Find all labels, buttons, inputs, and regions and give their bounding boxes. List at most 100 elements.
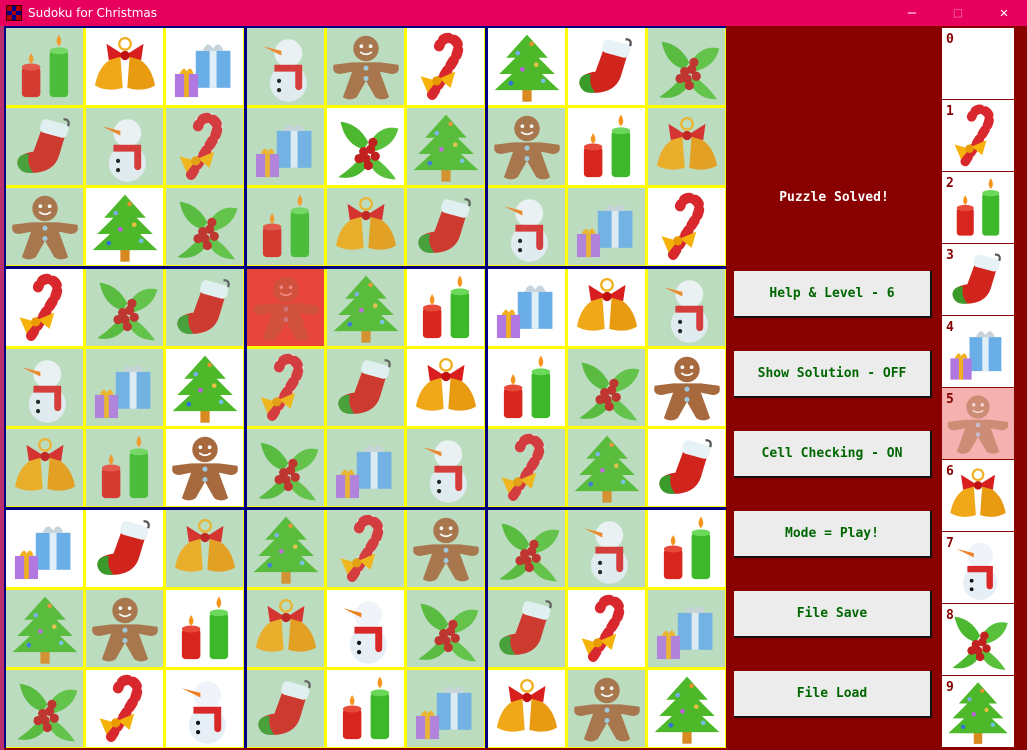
board-cell[interactable] — [568, 590, 645, 667]
board-cell[interactable] — [247, 269, 324, 346]
board-cell[interactable] — [327, 429, 404, 506]
board-cell[interactable] — [488, 670, 565, 747]
board-cell[interactable] — [648, 590, 725, 667]
board-cell[interactable] — [327, 269, 404, 346]
board-cell[interactable] — [568, 670, 645, 747]
board-cell[interactable] — [247, 590, 324, 667]
board-cell[interactable] — [327, 670, 404, 747]
board-cell[interactable] — [488, 188, 565, 265]
board-cell[interactable] — [407, 349, 484, 426]
board-cell[interactable] — [568, 269, 645, 346]
show-solution-button[interactable]: Show Solution - OFF — [734, 351, 932, 398]
board-cell[interactable] — [407, 269, 484, 346]
help-level-button[interactable]: Help & Level - 6 — [734, 271, 932, 318]
close-button[interactable]: ✕ — [981, 0, 1027, 26]
palette-item-2[interactable]: 2 — [942, 172, 1014, 243]
board-cell[interactable] — [407, 28, 484, 105]
maximize-button[interactable]: □ — [935, 0, 981, 26]
board-cell[interactable] — [247, 429, 324, 506]
board-cell[interactable] — [6, 269, 83, 346]
board-cell[interactable] — [488, 108, 565, 185]
board-cell[interactable] — [247, 188, 324, 265]
board-cell[interactable] — [648, 510, 725, 587]
minimize-button[interactable]: — — [889, 0, 935, 26]
board-cell[interactable] — [166, 349, 243, 426]
board-cell[interactable] — [86, 188, 163, 265]
board-cell[interactable] — [648, 349, 725, 426]
palette-item-6[interactable]: 6 — [942, 460, 1014, 531]
board-cell[interactable] — [488, 590, 565, 667]
board-cell[interactable] — [327, 28, 404, 105]
board-cell[interactable] — [166, 269, 243, 346]
board-cell[interactable] — [568, 188, 645, 265]
board-cell[interactable] — [327, 349, 404, 426]
board-cell[interactable] — [327, 188, 404, 265]
palette-item-5[interactable]: 5 — [942, 388, 1014, 459]
board-cell[interactable] — [407, 590, 484, 667]
board-cell[interactable] — [247, 510, 324, 587]
palette-item-9[interactable]: 9 — [942, 676, 1014, 747]
palette-item-8[interactable]: 8 — [942, 604, 1014, 675]
board-cell[interactable] — [568, 28, 645, 105]
board-cell[interactable] — [648, 269, 725, 346]
board-cell[interactable] — [488, 429, 565, 506]
board-cell[interactable] — [6, 108, 83, 185]
board-cell[interactable] — [6, 28, 83, 105]
board-cell[interactable] — [6, 188, 83, 265]
file-load-button[interactable]: File Load — [734, 671, 932, 718]
board-cell[interactable] — [407, 510, 484, 587]
board-cell[interactable] — [86, 429, 163, 506]
board-cell[interactable] — [86, 670, 163, 747]
palette-item-1[interactable]: 1 — [942, 100, 1014, 171]
board-cell[interactable] — [568, 108, 645, 185]
board-cell[interactable] — [166, 108, 243, 185]
board-cell[interactable] — [247, 670, 324, 747]
board-cell[interactable] — [568, 429, 645, 506]
board-cell[interactable] — [568, 349, 645, 426]
board-cell[interactable] — [166, 188, 243, 265]
board-cell[interactable] — [648, 108, 725, 185]
board-cell[interactable] — [247, 349, 324, 426]
board-cell[interactable] — [86, 590, 163, 667]
board-cell[interactable] — [327, 510, 404, 587]
board-cell[interactable] — [166, 28, 243, 105]
mode-button[interactable]: Mode = Play! — [734, 511, 932, 558]
board-cell[interactable] — [327, 108, 404, 185]
board-cell[interactable] — [407, 670, 484, 747]
board-cell[interactable] — [6, 670, 83, 747]
board-cell[interactable] — [166, 670, 243, 747]
board-cell[interactable] — [86, 28, 163, 105]
board-cell[interactable] — [648, 188, 725, 265]
file-save-button[interactable]: File Save — [734, 591, 932, 638]
board-cell[interactable] — [648, 670, 725, 747]
board-cell[interactable] — [247, 108, 324, 185]
board-cell[interactable] — [488, 28, 565, 105]
palette-item-0[interactable]: 0 — [942, 28, 1014, 99]
board-cell[interactable] — [327, 590, 404, 667]
board-cell[interactable] — [488, 349, 565, 426]
board-cell[interactable] — [166, 429, 243, 506]
board-cell[interactable] — [86, 510, 163, 587]
palette-item-3[interactable]: 3 — [942, 244, 1014, 315]
board-cell[interactable] — [6, 349, 83, 426]
board-cell[interactable] — [488, 269, 565, 346]
board-cell[interactable] — [407, 108, 484, 185]
board-cell[interactable] — [488, 510, 565, 587]
board-cell[interactable] — [648, 429, 725, 506]
board-cell[interactable] — [407, 188, 484, 265]
board-cell[interactable] — [86, 108, 163, 185]
board-cell[interactable] — [407, 429, 484, 506]
cell-checking-button[interactable]: Cell Checking - ON — [734, 431, 932, 478]
palette-item-7[interactable]: 7 — [942, 532, 1014, 603]
board-cell[interactable] — [247, 28, 324, 105]
board-cell[interactable] — [6, 590, 83, 667]
board-cell[interactable] — [568, 510, 645, 587]
palette-item-4[interactable]: 4 — [942, 316, 1014, 387]
board-cell[interactable] — [166, 590, 243, 667]
board-cell[interactable] — [648, 28, 725, 105]
board-cell[interactable] — [86, 349, 163, 426]
board-cell[interactable] — [6, 429, 83, 506]
board-cell[interactable] — [166, 510, 243, 587]
board-cell[interactable] — [6, 510, 83, 587]
board-cell[interactable] — [86, 269, 163, 346]
